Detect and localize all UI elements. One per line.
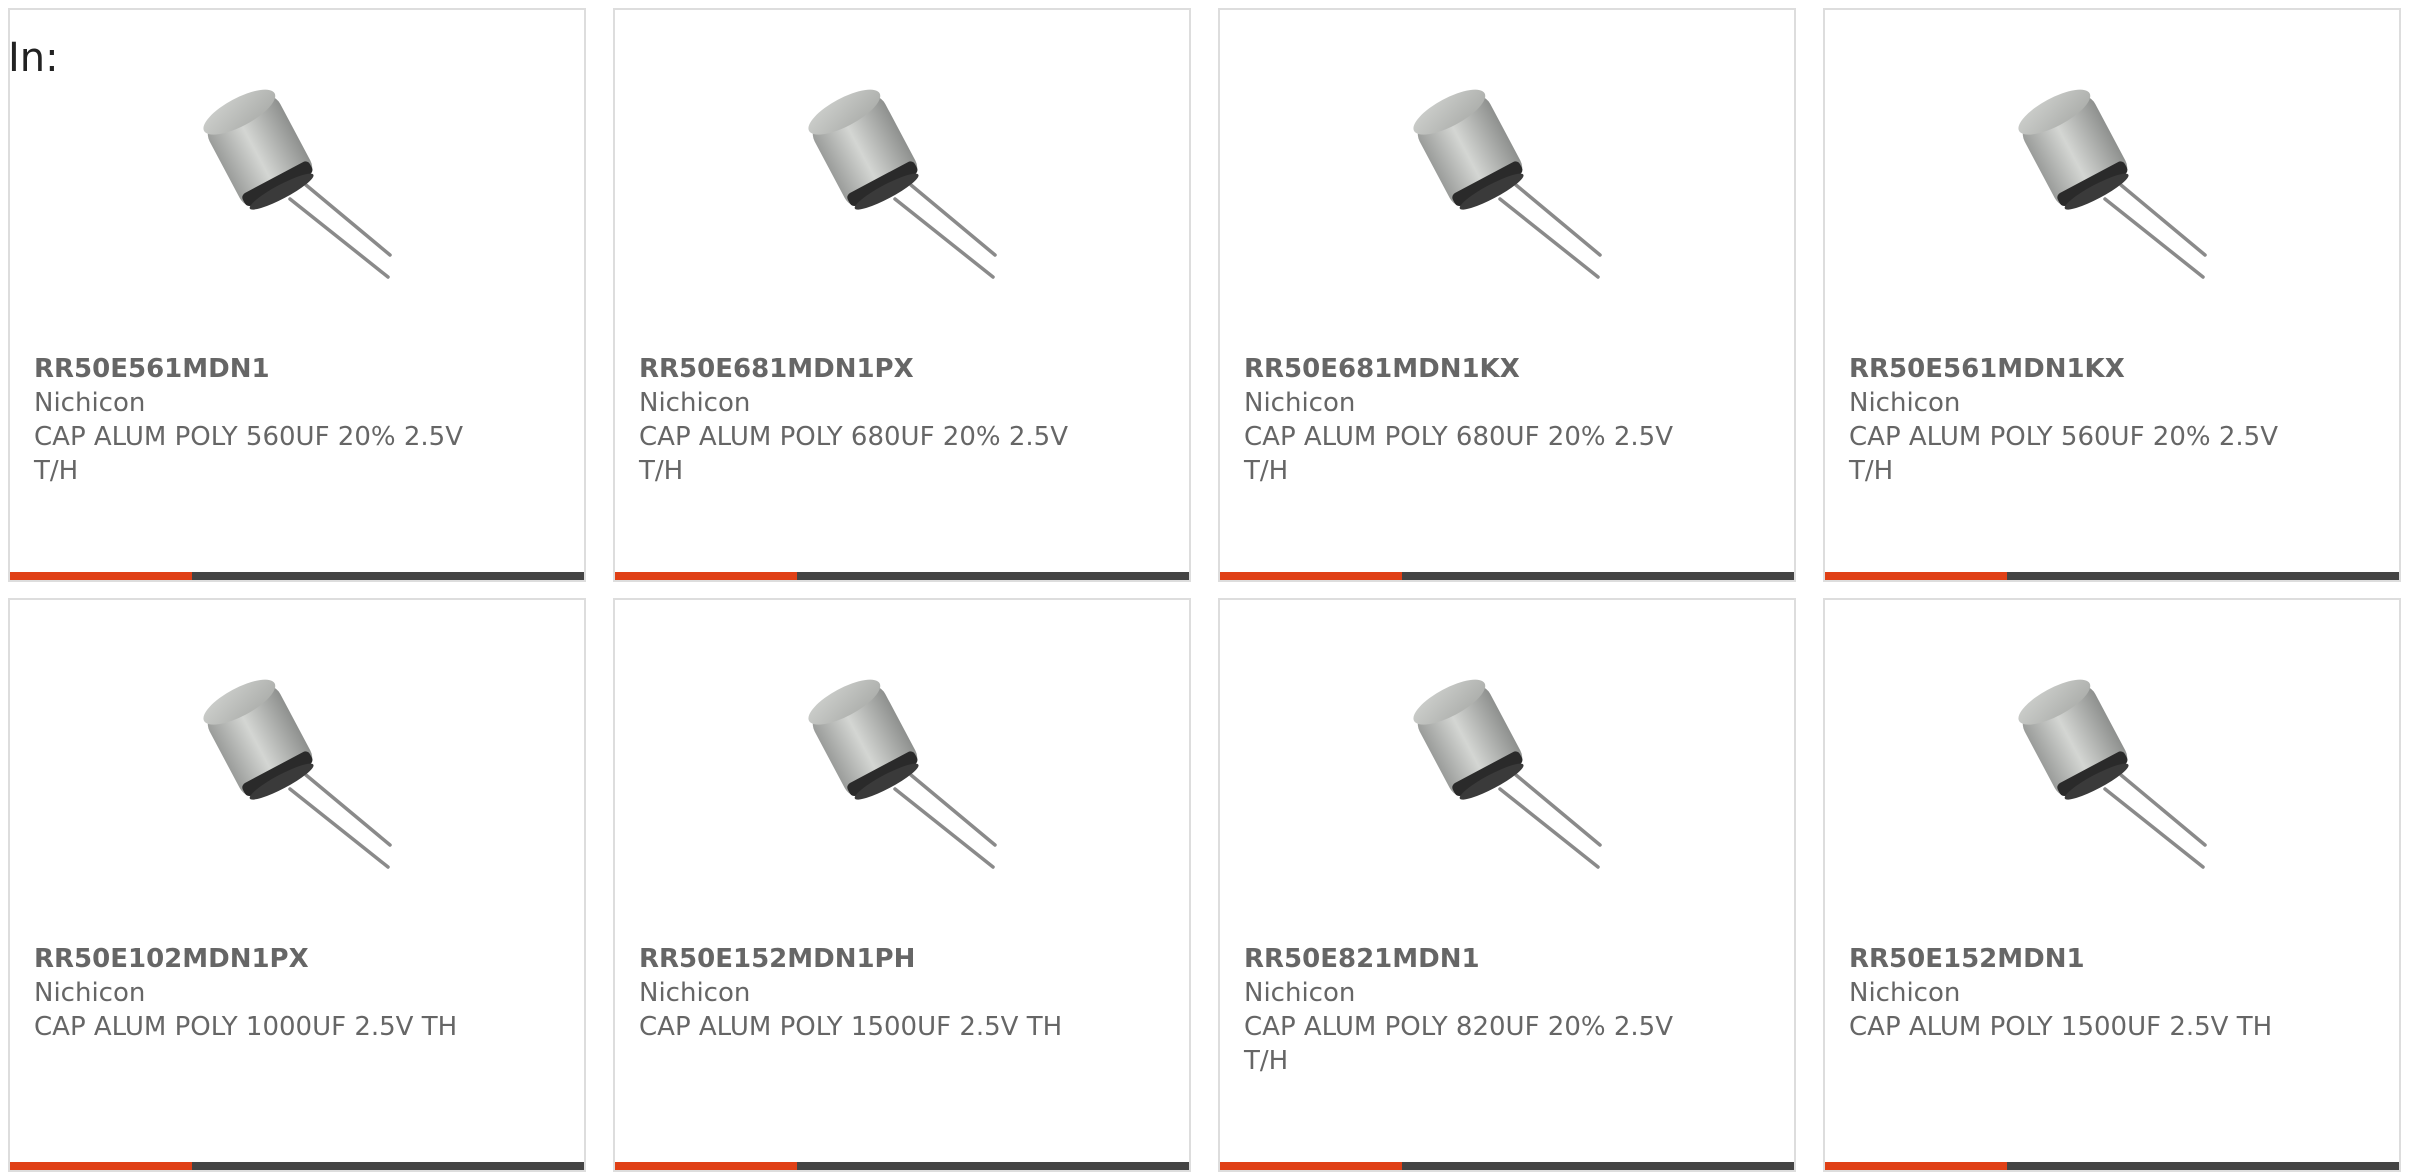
manufacturer: Nichicon bbox=[1244, 388, 1356, 418]
product-card[interactable]: RR50E821MDN1 Nichicon CAP ALUM POLY 820U… bbox=[1218, 598, 1796, 1172]
description: CAP ALUM POLY 1500UF 2.5V TH bbox=[1849, 1012, 2273, 1042]
part-number[interactable]: RR50E561MDN1KX bbox=[1849, 352, 2319, 386]
product-card[interactable]: RR50E152MDN1PH Nichicon CAP ALUM POLY 15… bbox=[613, 598, 1191, 1172]
product-card[interactable]: RR50E681MDN1KX Nichicon CAP ALUM POLY 68… bbox=[1218, 8, 1796, 582]
product-card[interactable]: RR50E561MDN1KX Nichicon CAP ALUM POLY 56… bbox=[1823, 8, 2401, 582]
radial-capacitor-icon[interactable] bbox=[2013, 671, 2213, 881]
description: CAP ALUM POLY 820UF 20% 2.5V T/H bbox=[1244, 1012, 1673, 1076]
card-bar bbox=[1825, 1162, 2399, 1170]
manufacturer: Nichicon bbox=[1244, 978, 1356, 1008]
card-bar-accent bbox=[10, 572, 192, 580]
manufacturer: Nichicon bbox=[639, 978, 751, 1008]
description: CAP ALUM POLY 560UF 20% 2.5V T/H bbox=[34, 422, 463, 486]
description: CAP ALUM POLY 560UF 20% 2.5V T/H bbox=[1849, 422, 2278, 486]
radial-capacitor-icon[interactable] bbox=[803, 81, 1003, 291]
card-bar bbox=[10, 572, 584, 580]
product-card[interactable]: RR50E102MDN1PX Nichicon CAP ALUM POLY 10… bbox=[8, 598, 586, 1172]
card-bar bbox=[10, 1162, 584, 1170]
product-card[interactable]: RR50E152MDN1 Nichicon CAP ALUM POLY 1500… bbox=[1823, 598, 2401, 1172]
in-label: In: bbox=[8, 35, 59, 81]
radial-capacitor-icon[interactable] bbox=[198, 81, 398, 291]
radial-capacitor-icon[interactable] bbox=[2013, 81, 2213, 291]
description: CAP ALUM POLY 680UF 20% 2.5V T/H bbox=[639, 422, 1068, 486]
manufacturer: Nichicon bbox=[34, 978, 146, 1008]
radial-capacitor-icon[interactable] bbox=[803, 671, 1003, 881]
manufacturer: Nichicon bbox=[34, 388, 146, 418]
card-bar-accent bbox=[1825, 1162, 2007, 1170]
card-bar bbox=[1220, 1162, 1794, 1170]
manufacturer: Nichicon bbox=[639, 388, 751, 418]
card-bar-accent bbox=[615, 572, 797, 580]
description: CAP ALUM POLY 1000UF 2.5V TH bbox=[34, 1012, 458, 1042]
part-number[interactable]: RR50E681MDN1KX bbox=[1244, 352, 1714, 386]
product-card[interactable]: RR50E681MDN1PX Nichicon CAP ALUM POLY 68… bbox=[613, 8, 1191, 582]
card-bar-accent bbox=[1825, 572, 2007, 580]
radial-capacitor-icon[interactable] bbox=[198, 671, 398, 881]
radial-capacitor-icon[interactable] bbox=[1408, 671, 1608, 881]
description: CAP ALUM POLY 680UF 20% 2.5V T/H bbox=[1244, 422, 1673, 486]
card-bar-accent bbox=[1220, 1162, 1402, 1170]
part-number[interactable]: RR50E561MDN1 bbox=[34, 352, 504, 386]
card-bar bbox=[1220, 572, 1794, 580]
part-number[interactable]: RR50E152MDN1 bbox=[1849, 942, 2319, 976]
manufacturer: Nichicon bbox=[1849, 978, 1961, 1008]
card-bar-accent bbox=[615, 1162, 797, 1170]
part-number[interactable]: RR50E102MDN1PX bbox=[34, 942, 504, 976]
manufacturer: Nichicon bbox=[1849, 388, 1961, 418]
card-bar-accent bbox=[10, 1162, 192, 1170]
part-number[interactable]: RR50E821MDN1 bbox=[1244, 942, 1714, 976]
product-card[interactable]: RR50E561MDN1 Nichicon CAP ALUM POLY 560U… bbox=[8, 8, 586, 582]
part-number[interactable]: RR50E681MDN1PX bbox=[639, 352, 1109, 386]
part-number[interactable]: RR50E152MDN1PH bbox=[639, 942, 1109, 976]
card-bar-accent bbox=[1220, 572, 1402, 580]
radial-capacitor-icon[interactable] bbox=[1408, 81, 1608, 291]
card-bar bbox=[1825, 572, 2399, 580]
description: CAP ALUM POLY 1500UF 2.5V TH bbox=[639, 1012, 1063, 1042]
card-bar bbox=[615, 572, 1189, 580]
card-bar bbox=[615, 1162, 1189, 1170]
